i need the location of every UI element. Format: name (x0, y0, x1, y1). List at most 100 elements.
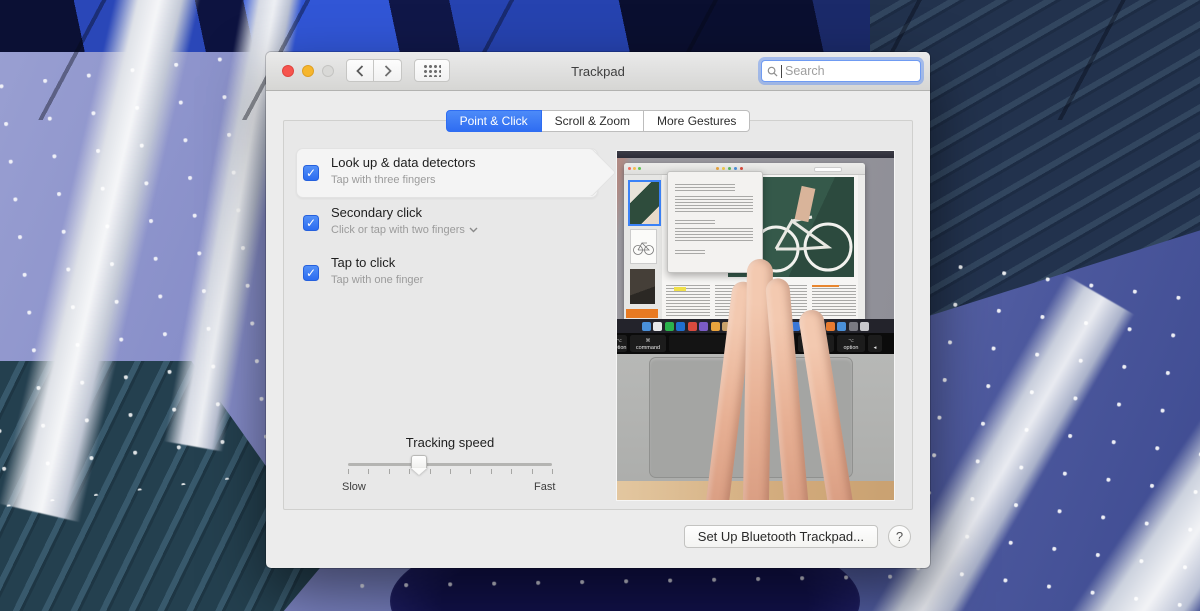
thumb-point (411, 468, 427, 475)
mini-dock-icon (826, 322, 835, 331)
thumb-body (411, 455, 427, 468)
chevron-left-icon (356, 65, 364, 77)
mini-thumbnail-selected (628, 180, 661, 226)
setup-bluetooth-trackpad-button[interactable]: Set Up Bluetooth Trackpad... (684, 525, 878, 548)
mini-thumbnail-photo (630, 269, 655, 304)
mini-dock-icon (688, 322, 697, 331)
tracking-speed-thumb[interactable] (411, 455, 427, 474)
mini-toolbar-button (734, 167, 737, 170)
background-ceiling-lights (0, 53, 304, 506)
key-label: ◂ (874, 344, 877, 352)
mini-dock-icon (642, 322, 651, 331)
title-bar[interactable]: Trackpad Search (266, 52, 930, 91)
slider-tick (511, 469, 512, 474)
key-label: option (844, 344, 859, 352)
tab-point-and-click[interactable]: Point & Click (446, 110, 542, 132)
mini-toolbar-button (722, 167, 725, 170)
key-label: option (617, 344, 627, 352)
mini-dock-icon (665, 322, 674, 331)
key-option-left: ⌥ option (617, 335, 627, 352)
slider-tick (430, 469, 431, 474)
checkmark-icon: ✓ (306, 167, 316, 179)
checkmark-icon: ✓ (306, 267, 316, 279)
mini-thumbnail-bike-drawing (630, 229, 657, 264)
gesture-demo-video: BIKES (617, 151, 894, 500)
setting-sublabel-dropdown[interactable]: Click or tap with two fingers (331, 224, 478, 236)
setting-label: Look up & data detectors (331, 155, 476, 170)
mini-toolbar-button (728, 167, 731, 170)
help-button[interactable]: ? (888, 525, 911, 548)
mini-orange-block (626, 309, 658, 318)
tab-more-gestures[interactable]: More Gestures (644, 110, 750, 132)
slider-max-label: Fast (534, 481, 554, 493)
mini-toolbar-button (740, 167, 743, 170)
popup-text-lines (675, 196, 753, 212)
mini-orange-heading (812, 285, 838, 287)
slider-tick (552, 469, 553, 474)
look-up-checkbox[interactable]: ✓ (303, 165, 319, 181)
setting-label: Secondary click (331, 205, 422, 220)
setting-sublabel: Click or tap with two fingers (331, 224, 465, 236)
slider-tick (409, 469, 410, 474)
search-placeholder: Search (785, 64, 825, 78)
mini-dock-icon (699, 322, 708, 331)
navigation-buttons (346, 59, 402, 82)
key-command-left: ⌘ command (630, 335, 666, 352)
forward-button[interactable] (374, 59, 402, 82)
mini-minimize-dot (633, 167, 636, 170)
setting-label: Tap to click (331, 255, 395, 270)
mini-sidebar (624, 175, 663, 319)
key-arrow-partial: ◂ (868, 335, 882, 352)
chevron-down-icon (469, 227, 478, 233)
mini-dock-icon (676, 322, 685, 331)
popup-text-lines (675, 250, 705, 254)
tracking-speed-track[interactable] (348, 463, 552, 466)
mini-search-box (814, 167, 842, 172)
slider-tick (348, 469, 349, 474)
mini-menu-bar (617, 151, 894, 158)
mini-lookup-popup (667, 171, 763, 273)
close-button[interactable] (282, 65, 294, 77)
slider-tick (389, 469, 390, 474)
bicycle-sketch-icon (631, 230, 656, 263)
key-label: command (636, 344, 660, 352)
tab-scroll-and-zoom[interactable]: Scroll & Zoom (542, 110, 644, 132)
tracking-speed-label: Tracking speed (348, 435, 552, 450)
setting-sublabel: Tap with one finger (331, 274, 423, 286)
text-caret (781, 65, 782, 78)
mini-toolbar-button (716, 167, 719, 170)
zoom-button-disabled (322, 65, 334, 77)
popup-text-lines (675, 184, 735, 191)
mini-zoom-dot (638, 167, 641, 170)
checkmark-icon: ✓ (306, 217, 316, 229)
slider-tick (491, 469, 492, 474)
slider-tick (368, 469, 369, 474)
grid-icon (424, 65, 441, 77)
setting-sublabel: Tap with three fingers (331, 174, 436, 186)
popup-text-lines (675, 228, 753, 241)
show-all-button[interactable] (414, 59, 450, 82)
slider-min-label: Slow (342, 481, 366, 493)
slider-tick (532, 469, 533, 474)
mini-highlight (674, 287, 686, 291)
tap-to-click-checkbox[interactable]: ✓ (303, 265, 319, 281)
mini-dock-icon (860, 322, 869, 331)
chevron-right-icon (384, 65, 392, 77)
mini-close-dot (628, 167, 631, 170)
slider-tick (470, 469, 471, 474)
search-icon (767, 66, 778, 77)
back-button[interactable] (346, 59, 374, 82)
secondary-click-checkbox[interactable]: ✓ (303, 215, 319, 231)
mini-dock-icon (837, 322, 846, 331)
search-input[interactable]: Search (761, 60, 921, 82)
key-option-right: ⌥ option (837, 335, 865, 352)
tab-bar: Point & Click Scroll & Zoom More Gesture… (266, 110, 930, 132)
mini-dock-icon (849, 322, 858, 331)
minimize-button[interactable] (302, 65, 314, 77)
mini-text-column (666, 285, 710, 317)
point-and-click-pane: ✓ Look up & data detectors Tap with thre… (283, 120, 913, 510)
mini-dock-icon (653, 322, 662, 331)
trackpad-preferences-window: Trackpad Search Point & Click Scroll & Z… (266, 52, 930, 568)
mini-dock-icon (711, 322, 720, 331)
slider-tick (450, 469, 451, 474)
